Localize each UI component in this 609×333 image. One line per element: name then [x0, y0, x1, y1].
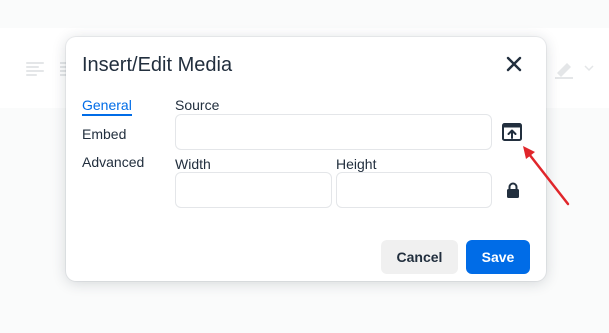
height-input[interactable] [336, 172, 492, 208]
width-label: Width [175, 156, 211, 172]
height-label: Height [336, 156, 377, 172]
width-input[interactable] [175, 172, 332, 208]
dialog-title: Insert/Edit Media [82, 54, 233, 76]
cancel-button[interactable]: Cancel [381, 240, 458, 274]
source-input[interactable] [175, 114, 492, 150]
upload-icon[interactable] [502, 123, 522, 141]
source-label: Source [175, 97, 220, 113]
close-icon[interactable] [502, 52, 526, 76]
insert-edit-media-dialog: Insert/Edit Media General Embed Advanced… [66, 37, 546, 281]
tab-general[interactable]: General [82, 96, 132, 116]
lock-icon[interactable] [506, 182, 520, 199]
tab-advanced[interactable]: Advanced [82, 153, 144, 171]
save-button[interactable]: Save [466, 240, 530, 274]
tab-embed[interactable]: Embed [82, 125, 126, 143]
